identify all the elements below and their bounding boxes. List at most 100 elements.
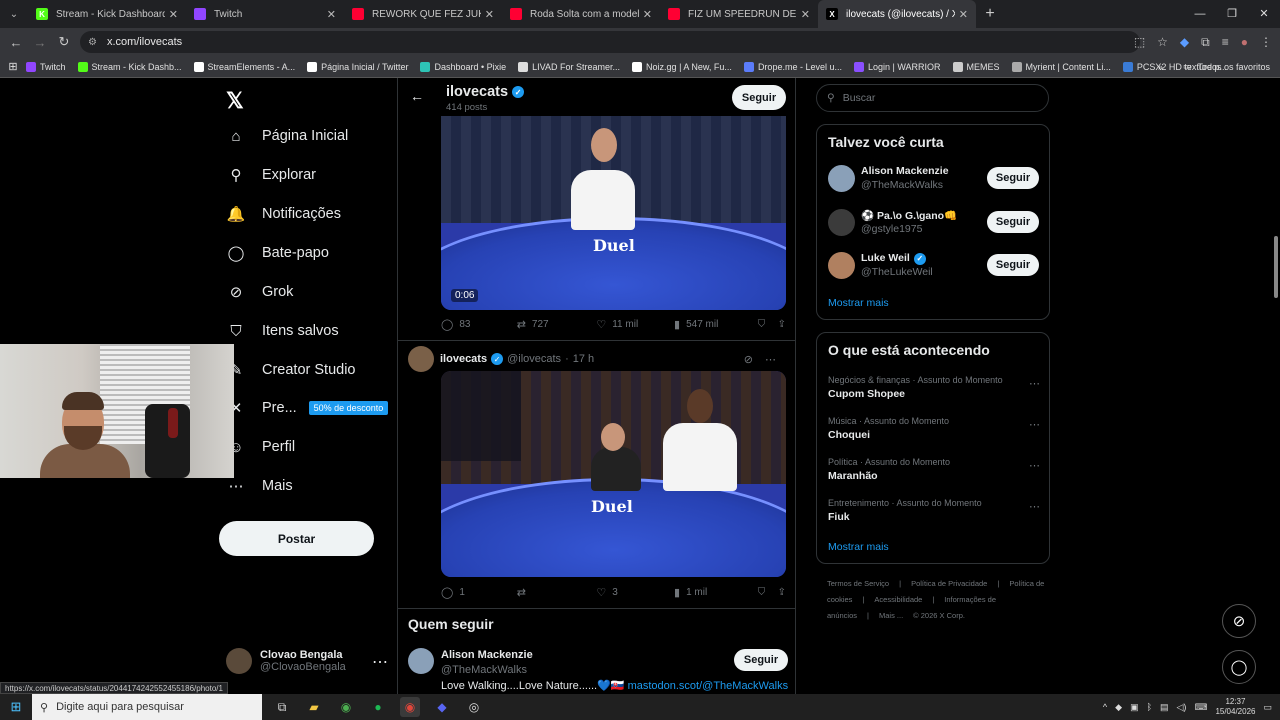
obs-icon[interactable]: ◎ [464, 697, 484, 717]
account-more-icon[interactable]: ⋯ [372, 652, 388, 672]
bookmark-item[interactable]: Drope.me - Level u... [743, 61, 842, 72]
bio-link[interactable]: mastodon.scot/@TheMackWalks [628, 680, 789, 692]
url-field[interactable]: ⚙ x.com/ilovecats [80, 31, 1140, 53]
menu-dots-icon[interactable]: ⋮ [1260, 35, 1272, 49]
bookmark-item[interactable]: MEMES [952, 61, 1000, 72]
reload-button[interactable]: ↻ [52, 34, 76, 50]
trend-item[interactable]: Política · Assunto do Momento Maranhão ⋯ [828, 457, 1040, 487]
reply-button[interactable]: ◯ 83 [441, 318, 517, 331]
tweet-image[interactable]: Duel [441, 371, 786, 577]
browser-tab[interactable]: REWORK QUE FEZ JUKES VOLTA ✕ [344, 0, 502, 28]
avatar[interactable] [828, 252, 855, 279]
volume-icon[interactable]: ◁) [1177, 702, 1187, 713]
nav-item-profile[interactable]: ☺ Perfil [226, 437, 295, 457]
browser-tab[interactable]: Xilovecats (@ilovecats) / X ✕ [818, 0, 976, 28]
puzzle-icon[interactable]: ⧉ [1201, 35, 1210, 50]
bookmark-item[interactable]: Noiz.gg | A New, Fu... [632, 61, 732, 72]
minimize-icon[interactable]: — [1184, 0, 1216, 28]
bookmark-item[interactable]: Myrient | Content Li... [1011, 61, 1111, 72]
restore-icon[interactable]: ❐ [1216, 0, 1248, 28]
search-input[interactable]: ⚲ Buscar [816, 84, 1049, 112]
tweet-video[interactable]: Duel 0:06 [441, 116, 786, 310]
apps-grid-icon[interactable]: ⊞ [0, 60, 26, 73]
trend-more-icon[interactable]: ⋯ [1029, 459, 1040, 472]
reply-button[interactable]: ◯ 1 [441, 586, 517, 599]
footer-link[interactable]: Mais ... [879, 611, 903, 620]
follow-button[interactable]: Seguir [987, 167, 1039, 189]
footer-link[interactable]: © 2026 X Corp. [913, 611, 965, 620]
discord-icon[interactable]: ◆ [432, 697, 452, 717]
star-icon[interactable]: ☆ [1157, 35, 1168, 49]
extension-icon[interactable]: ◆ [1180, 35, 1189, 49]
profile-avatar-icon[interactable]: ● [1241, 35, 1248, 49]
nav-item-creator[interactable]: ✎ Creator Studio [226, 360, 356, 380]
nav-item-home[interactable]: ⌂ Página Inicial [226, 126, 348, 146]
trends-show-more-link[interactable]: Mostrar mais [828, 541, 889, 553]
share-button[interactable]: ⇪ [778, 587, 786, 598]
media-icon[interactable]: ≡ [1222, 35, 1229, 49]
trend-more-icon[interactable]: ⋯ [1029, 418, 1040, 431]
trend-item[interactable]: Música · Assunto do Momento Choquei ⋯ [828, 416, 1040, 446]
x-logo-icon[interactable]: 𝕏 [226, 88, 244, 114]
bookmark-item[interactable]: Página Inicial / Twitter [307, 61, 408, 72]
suggestion-name[interactable]: Luke Weil ✓ [861, 252, 926, 265]
bookmarks-overflow-icon[interactable]: » [1158, 62, 1163, 72]
language-icon[interactable]: ⌨ [1194, 702, 1207, 713]
taskbar-search-input[interactable]: ⚲ Digite aqui para pesquisar [32, 694, 262, 720]
avatar[interactable] [828, 165, 855, 192]
avatar[interactable] [408, 346, 434, 372]
footer-link[interactable]: Termos de Serviço [827, 579, 889, 588]
back-button[interactable]: ← [4, 35, 28, 50]
nav-item-bell[interactable]: 🔔 Notificações [226, 204, 341, 224]
follow-button[interactable]: Seguir [734, 649, 788, 671]
browser-tab[interactable]: K Stream - Kick Dashboard ✕ [28, 0, 186, 28]
task-view-icon[interactable]: ⧉ [272, 697, 292, 717]
file-explorer-icon[interactable]: ▰ [304, 697, 324, 717]
bookmark-item[interactable]: LIVAD For Streamer... [518, 61, 620, 72]
suggestion-item[interactable]: Luke Weil ✓ @TheLukeWeil Seguir [828, 252, 1040, 282]
network-icon[interactable]: ▤ [1160, 702, 1169, 713]
trend-item[interactable]: Negócios & finanças · Assunto do Momento… [828, 375, 1040, 405]
trend-more-icon[interactable]: ⋯ [1029, 500, 1040, 513]
suggestion-name[interactable]: Alison Mackenzie [861, 165, 949, 177]
nav-item-chat[interactable]: ◯ Bate-papo [226, 243, 329, 263]
close-window-icon[interactable]: ✕ [1248, 0, 1280, 28]
scrollbar[interactable] [1272, 78, 1280, 694]
chrome-active-icon[interactable]: ◉ [400, 697, 420, 717]
bookmark-item[interactable]: Login | WARRIOR [853, 61, 941, 72]
grok-fab-icon[interactable]: ⊘ [1222, 604, 1256, 638]
like-button[interactable]: ♡ 3 [596, 586, 674, 599]
nav-item-grok[interactable]: ⊘ Grok [226, 282, 294, 302]
user-name[interactable]: Alison Mackenzie [441, 649, 533, 661]
repost-button[interactable]: ⇄ [517, 586, 597, 599]
bookmark-item[interactable]: Twitch [26, 61, 66, 72]
tab-close-icon[interactable]: ✕ [801, 8, 810, 21]
browser-tab[interactable]: Roda Solta com a modelo fitne ✕ [502, 0, 660, 28]
nav-item-more[interactable]: ⋯ Mais [226, 476, 293, 496]
post-button[interactable]: Postar [219, 521, 374, 556]
tray-app-icon[interactable]: ◆ [1115, 702, 1122, 713]
account-switcher[interactable]: Clovao Bengala @ClovaoBengala ⋯ [226, 648, 388, 674]
tray-app-icon[interactable]: ▣ [1130, 702, 1139, 713]
tab-close-icon[interactable]: ✕ [643, 8, 652, 21]
spotify-icon[interactable]: ● [368, 697, 388, 717]
suggestion-item[interactable]: Alison Mackenzie @TheMackWalks Seguir [828, 165, 1040, 195]
tab-search-dropdown[interactable]: ⌄ [0, 0, 28, 28]
bookmark-button[interactable]: ⛉ [758, 319, 778, 330]
tray-overflow-icon[interactable]: ^ [1103, 702, 1107, 712]
follow-button[interactable]: Seguir [987, 254, 1039, 276]
chrome-icon[interactable]: ◉ [336, 697, 356, 717]
avatar[interactable] [828, 209, 855, 236]
install-app-icon[interactable]: ⬚ [1134, 35, 1145, 49]
tweet-author-handle[interactable]: @ilovecats [507, 353, 561, 365]
forward-button[interactable]: → [28, 35, 52, 50]
avatar[interactable] [408, 648, 434, 674]
grok-icon[interactable]: ⊘ [744, 353, 753, 366]
browser-tab[interactable]: FIZ UM SPEEDRUN DE QUEM A ✕ [660, 0, 818, 28]
nav-item-bookmark[interactable]: ⛉ Itens salvos [226, 321, 338, 341]
windows-start-icon[interactable]: ⊞ [0, 699, 32, 715]
follow-button[interactable]: Seguir [987, 211, 1039, 233]
footer-link[interactable]: Acessibilidade [874, 595, 922, 604]
tweet-time[interactable]: 17 h [573, 353, 594, 365]
browser-tab[interactable]: Twitch ✕ [186, 0, 344, 28]
